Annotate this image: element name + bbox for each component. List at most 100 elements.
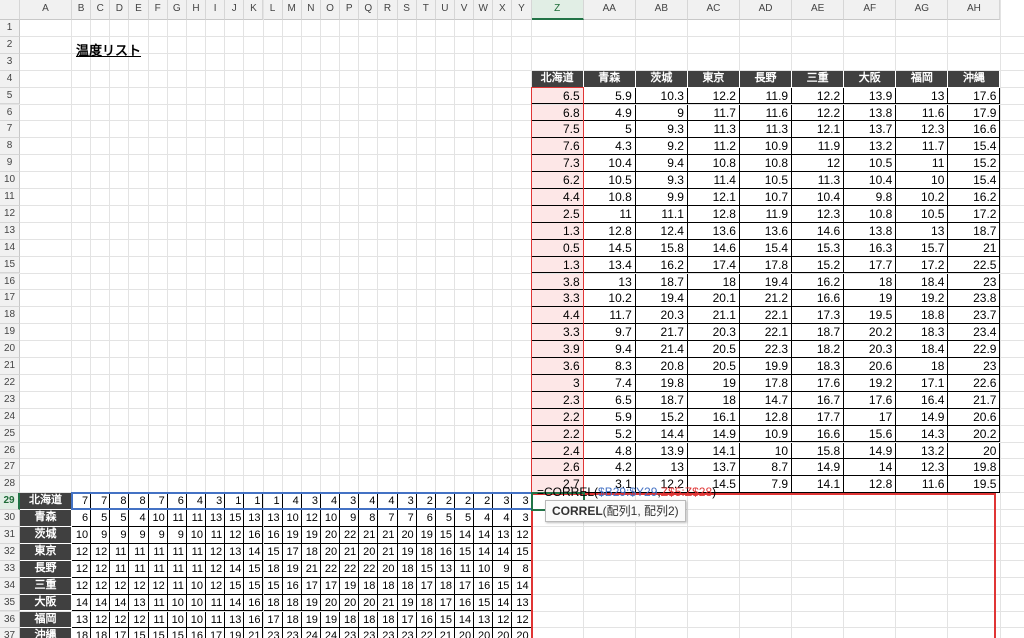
- column-header[interactable]: S: [397, 0, 417, 20]
- table-cell[interactable]: 11: [129, 560, 149, 578]
- table-cell[interactable]: 16.2: [635, 256, 688, 274]
- table-cell[interactable]: 18: [340, 611, 360, 629]
- table-cell[interactable]: 18: [359, 611, 379, 629]
- row-header[interactable]: 22: [0, 374, 20, 392]
- table-cell[interactable]: 9.3: [635, 172, 688, 189]
- table-cell[interactable]: 8.3: [583, 358, 636, 375]
- table-cell[interactable]: 11.4: [687, 172, 740, 189]
- table-cell[interactable]: 20.2: [844, 324, 897, 342]
- table-cell[interactable]: 12.4: [635, 222, 688, 240]
- table-header-cell[interactable]: 大阪: [20, 594, 72, 612]
- table-cell[interactable]: 20: [340, 594, 360, 612]
- table-cell[interactable]: 13: [263, 510, 283, 527]
- table-cell[interactable]: 18: [687, 273, 740, 291]
- table-cell[interactable]: 1: [263, 493, 283, 511]
- table-cell[interactable]: 9: [635, 104, 688, 122]
- function-tooltip[interactable]: CORREL(配列1, 配列2): [545, 500, 686, 522]
- table-cell[interactable]: 20.2: [948, 425, 1001, 443]
- table-cell[interactable]: 12.8: [687, 205, 740, 223]
- table-cell[interactable]: 16: [186, 628, 207, 638]
- table-cell[interactable]: 9.4: [635, 155, 688, 173]
- table-cell[interactable]: 14: [110, 594, 130, 612]
- table-cell[interactable]: 18.7: [948, 222, 1001, 240]
- table-cell[interactable]: 19.5: [948, 476, 1001, 494]
- table-cell[interactable]: 15.6: [844, 425, 897, 443]
- table-cell[interactable]: 16: [244, 594, 264, 612]
- table-cell[interactable]: 19.2: [896, 290, 949, 308]
- table-cell[interactable]: 14.1: [687, 442, 740, 460]
- table-cell[interactable]: 16: [455, 594, 475, 612]
- table-cell[interactable]: 3.3: [531, 324, 584, 342]
- column-header[interactable]: J: [225, 0, 245, 20]
- table-cell[interactable]: 11: [148, 611, 168, 629]
- column-header[interactable]: K: [244, 0, 264, 20]
- table-cell[interactable]: 4: [320, 493, 341, 511]
- table-cell[interactable]: 19.9: [740, 358, 793, 375]
- table-cell[interactable]: 22.5: [948, 256, 1001, 274]
- row-header[interactable]: 24: [0, 408, 20, 426]
- table-cell[interactable]: 7.5: [531, 121, 584, 139]
- table-cell[interactable]: 13.2: [896, 442, 949, 460]
- row-header[interactable]: 17: [0, 290, 20, 308]
- table-cell[interactable]: 17.4: [687, 256, 740, 274]
- table-cell[interactable]: 12.8: [740, 408, 793, 426]
- table-cell[interactable]: 11: [167, 560, 187, 578]
- table-cell[interactable]: 19: [282, 527, 302, 544]
- table-cell[interactable]: 9: [167, 527, 187, 544]
- table-cell[interactable]: 11: [583, 205, 636, 223]
- table-cell[interactable]: 2.3: [531, 391, 584, 409]
- table-cell[interactable]: 17.8: [740, 256, 793, 274]
- table-cell[interactable]: 15: [512, 543, 532, 561]
- table-cell[interactable]: 19.8: [948, 459, 1001, 477]
- table-cell[interactable]: 18.7: [635, 273, 688, 291]
- table-cell[interactable]: 12: [792, 155, 845, 173]
- row-header[interactable]: 13: [0, 222, 20, 240]
- table-cell[interactable]: 20: [455, 628, 475, 638]
- table-cell[interactable]: 11: [186, 510, 207, 527]
- table-cell[interactable]: 5: [583, 121, 636, 139]
- table-cell[interactable]: 16: [416, 611, 436, 629]
- table-cell[interactable]: 6.5: [583, 391, 636, 409]
- table-cell[interactable]: 10: [167, 611, 187, 629]
- table-cell[interactable]: 4.9: [583, 104, 636, 122]
- table-cell[interactable]: 11: [206, 611, 226, 629]
- table-cell[interactable]: 9: [340, 510, 360, 527]
- table-cell[interactable]: 13.6: [740, 222, 793, 240]
- table-cell[interactable]: 2.2: [531, 408, 584, 426]
- table-cell[interactable]: 3.9: [531, 341, 584, 358]
- table-cell[interactable]: 20: [474, 628, 494, 638]
- table-cell[interactable]: 15.4: [740, 239, 793, 257]
- table-cell[interactable]: 10.4: [583, 155, 636, 173]
- table-cell[interactable]: 3: [493, 493, 513, 511]
- table-cell[interactable]: 4.8: [583, 442, 636, 460]
- table-cell[interactable]: 20: [320, 594, 341, 612]
- table-cell[interactable]: 12: [72, 560, 92, 578]
- table-cell[interactable]: 14.9: [687, 425, 740, 443]
- table-cell[interactable]: 20: [320, 543, 341, 561]
- table-cell[interactable]: 12: [206, 543, 226, 561]
- table-cell[interactable]: 20: [320, 527, 341, 544]
- table-cell[interactable]: 15: [263, 577, 283, 595]
- table-cell[interactable]: 8: [129, 493, 149, 511]
- table-cell[interactable]: 18: [687, 391, 740, 409]
- table-cell[interactable]: 16.2: [948, 189, 1001, 206]
- table-cell[interactable]: 12: [91, 560, 111, 578]
- table-cell[interactable]: 6: [416, 510, 436, 527]
- table-cell[interactable]: 13.7: [687, 459, 740, 477]
- column-header[interactable]: P: [340, 0, 360, 20]
- table-cell[interactable]: 14: [474, 527, 494, 544]
- table-cell[interactable]: 13: [129, 594, 149, 612]
- row-header[interactable]: 7: [0, 121, 20, 139]
- table-cell[interactable]: 12: [148, 577, 168, 595]
- table-cell[interactable]: 4.4: [531, 307, 584, 325]
- column-header[interactable]: D: [110, 0, 130, 20]
- row-header[interactable]: 5: [0, 87, 20, 105]
- column-header[interactable]: E: [129, 0, 149, 20]
- table-header-cell[interactable]: 青森: [583, 70, 636, 88]
- table-cell[interactable]: 15: [435, 527, 455, 544]
- table-cell[interactable]: 14.9: [844, 442, 897, 460]
- table-header-cell[interactable]: 茨城: [635, 70, 688, 88]
- table-cell[interactable]: 7.6: [531, 138, 584, 156]
- table-cell[interactable]: 17: [397, 611, 417, 629]
- table-cell[interactable]: 18.4: [896, 273, 949, 291]
